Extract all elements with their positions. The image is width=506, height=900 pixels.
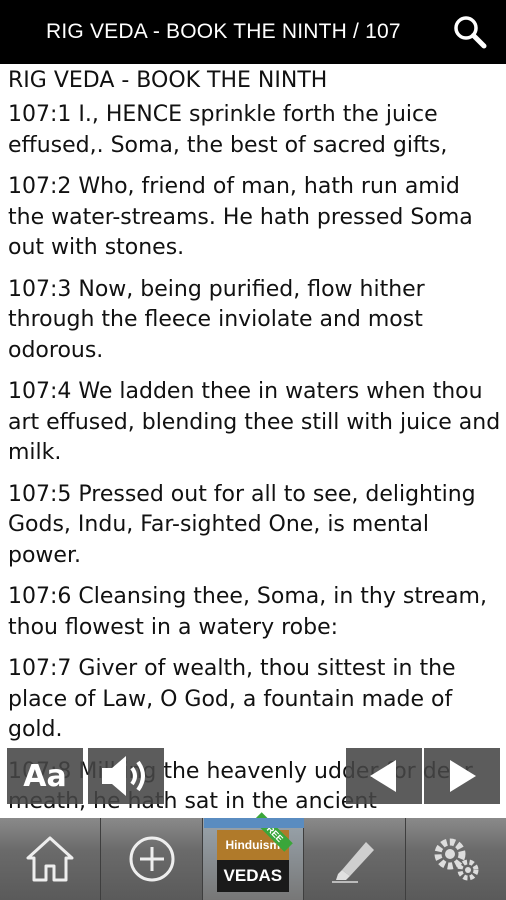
vedas-logo: Hinduism VEDAS FREE bbox=[216, 812, 293, 892]
search-button[interactable] bbox=[452, 14, 488, 50]
verse: 107:6 Cleansing thee, Soma, in thy strea… bbox=[8, 584, 487, 640]
vedas-app-button[interactable]: Hinduism VEDAS FREE bbox=[202, 812, 305, 900]
verse: 107:7 Giver of wealth, thou sittest in t… bbox=[8, 656, 456, 742]
logo-bottom-text: VEDAS bbox=[216, 860, 289, 892]
next-verse-button[interactable] bbox=[424, 748, 500, 804]
verse: 107:4 We ladden thee in waters when thou… bbox=[8, 379, 501, 465]
speaker-icon bbox=[102, 756, 145, 796]
verse: 107:3 Now, being purified, flow hither t… bbox=[8, 276, 425, 363]
add-bookmark-button[interactable] bbox=[101, 818, 203, 900]
highlight-button[interactable] bbox=[304, 818, 406, 900]
arrow-right-icon bbox=[450, 760, 476, 792]
highlighter-icon bbox=[332, 842, 375, 883]
bottom-nav-bar: Hinduism VEDAS FREE bbox=[0, 812, 506, 900]
gears-icon bbox=[434, 838, 479, 881]
active-tab-indicator bbox=[204, 818, 304, 828]
search-icon bbox=[454, 16, 487, 49]
font-size-label: Aa bbox=[23, 758, 67, 794]
home-icon bbox=[26, 836, 74, 882]
verse: 107:2 Who, friend of man, hath run amid … bbox=[8, 174, 473, 260]
previous-verse-button[interactable] bbox=[346, 748, 422, 804]
verse: 107:1 I., HENCE sprinkle forth the juice… bbox=[8, 102, 448, 158]
book-heading: RIG VEDA - BOOK THE NINTH bbox=[8, 68, 328, 93]
add-circle-icon bbox=[129, 836, 175, 882]
verse: 107:5 Pressed out for all to see, deligh… bbox=[8, 481, 476, 568]
page-title: RIG VEDA - BOOK THE NINTH / 107 bbox=[46, 20, 401, 43]
settings-button[interactable] bbox=[406, 818, 506, 900]
scripture-content[interactable]: RIG VEDA - BOOK THE NINTH 107:1 I., HENC… bbox=[8, 66, 502, 818]
audio-button[interactable] bbox=[88, 748, 164, 804]
title-bar: RIG VEDA - BOOK THE NINTH / 107 bbox=[0, 0, 506, 64]
arrow-left-icon bbox=[370, 760, 396, 792]
home-button[interactable] bbox=[0, 818, 102, 900]
font-size-button[interactable]: Aa bbox=[7, 748, 83, 804]
